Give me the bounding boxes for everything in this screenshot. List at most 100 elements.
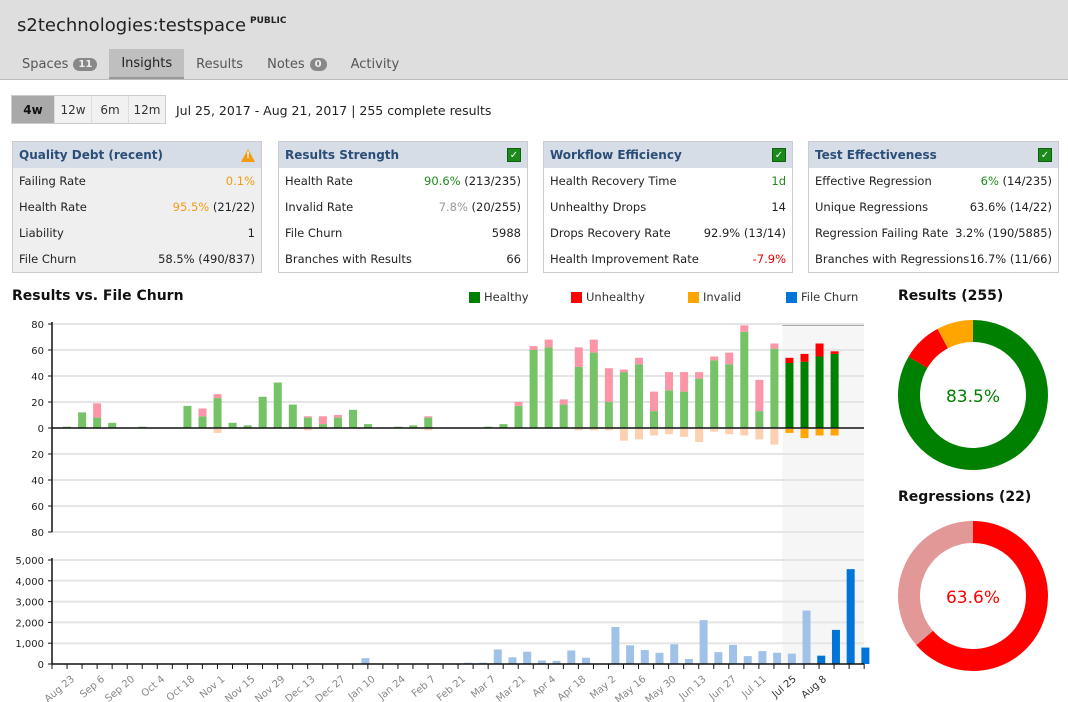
- x-tick-label: Aug 23: [43, 674, 77, 702]
- healthy-bar: [529, 350, 538, 428]
- range-12m-button[interactable]: 12m: [128, 96, 165, 123]
- legend-unhealthy[interactable]: Unhealthy: [571, 290, 645, 304]
- metric-value: -7.9%: [752, 252, 786, 266]
- invalid-bar: [604, 429, 613, 431]
- invalid-bar: [650, 429, 658, 436]
- unhealthy-bar: [634, 357, 643, 365]
- results-donut-title: Results (255): [898, 288, 1004, 304]
- unhealthy-bar: [785, 357, 794, 363]
- card-row: File Churn 58.5% (490/837): [13, 246, 261, 272]
- healthy-bar: [665, 390, 674, 428]
- x-tick-label: Sep 6: [78, 674, 107, 701]
- tab-notes[interactable]: Notes 0: [255, 49, 339, 79]
- tab-label: Results: [196, 56, 244, 72]
- invalid-bar: [755, 429, 764, 440]
- card-row: Health Recovery Time 1d: [544, 168, 792, 194]
- card-row: Health Rate 90.6% (213/235): [279, 168, 527, 194]
- card-row: Health Rate 95.5% (21/22): [13, 194, 261, 220]
- range-12w-button[interactable]: 12w: [54, 96, 91, 123]
- churn-bar: [581, 657, 590, 664]
- metric-value: 3.2% (190/5885): [955, 226, 1052, 240]
- churn-bar: [537, 660, 546, 664]
- legend-file-churn[interactable]: File Churn: [786, 290, 858, 304]
- tab-activity[interactable]: Activity: [339, 49, 412, 79]
- x-tick-label: Apr 18: [556, 674, 589, 702]
- invalid-bar: [800, 429, 809, 439]
- results-strength-card: Results Strength ✓ Health Rate 90.6% (213/…: [278, 141, 528, 273]
- tab-spaces[interactable]: Spaces 11: [10, 49, 109, 79]
- tab-insights[interactable]: Insights: [109, 49, 185, 79]
- x-tick-label: Feb 21: [435, 674, 468, 702]
- invalid-bar: [815, 429, 824, 436]
- legend-swatch: [469, 291, 480, 303]
- healthy-bar: [364, 424, 373, 428]
- metric-label: Liability: [19, 226, 64, 240]
- x-tick-label: Mar 21: [494, 674, 528, 702]
- unhealthy-bar: [424, 416, 433, 418]
- card-row: Health Improvement Rate -7.9%: [544, 246, 792, 272]
- healthy-bar: [499, 424, 508, 428]
- churn-bar: [479, 662, 488, 664]
- x-tick-label: Dec 27: [314, 674, 348, 702]
- healthy-bar: [198, 416, 207, 428]
- unhealthy-bar: [589, 339, 598, 353]
- churn-bar: [861, 647, 870, 664]
- tab-label: Activity: [350, 56, 400, 72]
- churn-bar: [758, 651, 767, 664]
- unhealthy-bar: [800, 353, 809, 362]
- churn-bar: [655, 652, 664, 664]
- y-tick-label: 2,000: [15, 618, 44, 629]
- unhealthy-bar: [695, 372, 704, 379]
- metric-value: 7.8% (20/255): [438, 200, 521, 214]
- quality-debt-card: Quality Debt (recent)! Failing Rate 0.1% …: [12, 141, 262, 273]
- churn-bar: [773, 652, 782, 664]
- x-tick-label: Jul 11: [740, 674, 769, 701]
- healthy-bar: [288, 404, 297, 428]
- y-tick-label: 0: [38, 424, 44, 435]
- card-row: Invalid Rate 7.8% (20/255): [279, 194, 527, 220]
- unhealthy-bar: [725, 352, 734, 365]
- metric-value: 1: [247, 226, 255, 240]
- invalid-bar: [710, 429, 719, 432]
- card-row: Liability 1: [13, 220, 261, 246]
- healthy-bar: [63, 426, 72, 428]
- card-title: Workflow Efficiency: [550, 148, 682, 162]
- tab-results[interactable]: Results: [184, 49, 255, 79]
- donut-slice-invalid: [937, 320, 974, 349]
- metric-label: Unhealthy Drops: [550, 200, 647, 214]
- x-tick-label: Jan 10: [346, 674, 378, 702]
- y-tick-label: 20: [31, 450, 44, 461]
- y-tick-label: 60: [31, 346, 44, 357]
- churn-bar: [508, 657, 517, 664]
- legend-invalid[interactable]: Invalid: [688, 290, 741, 304]
- healthy-bar: [770, 348, 779, 428]
- healthy-bar: [650, 411, 658, 428]
- legend-label: File Churn: [801, 290, 859, 304]
- card-title: Quality Debt (recent): [19, 148, 163, 162]
- range-4w-button[interactable]: 4w: [12, 96, 54, 123]
- space-title: s2technologies:testspace PUBLIC: [17, 15, 286, 36]
- churn-bar: [552, 660, 561, 664]
- metric-label: Health Recovery Time: [550, 174, 677, 188]
- healthy-bar: [740, 331, 749, 428]
- x-tick-label: Jun 13: [677, 674, 709, 702]
- healthy-bar: [785, 363, 794, 428]
- invalid-bar: [785, 429, 794, 433]
- regressions-donut-chart: 63.6%: [898, 521, 1048, 671]
- x-tick-label: Jul 25: [770, 674, 799, 701]
- y-tick-label: 1,000: [15, 639, 44, 650]
- legend-healthy[interactable]: Healthy: [469, 290, 529, 304]
- unhealthy-bar: [830, 351, 839, 354]
- churn-bar: [817, 655, 826, 664]
- donut-slice-unhealthy: [908, 328, 949, 369]
- invalid-bar: [695, 429, 704, 442]
- check-icon: ✓: [1038, 148, 1052, 162]
- current-period-highlight: [782, 324, 864, 664]
- metric-label: Branches with Regressions: [815, 252, 970, 266]
- metric-label: File Churn: [285, 226, 343, 240]
- churn-bar: [464, 662, 473, 664]
- healthy-bar: [725, 364, 734, 428]
- healthy-bar: [138, 426, 147, 428]
- churn-bar: [729, 644, 738, 664]
- range-6m-button[interactable]: 6m: [91, 96, 128, 123]
